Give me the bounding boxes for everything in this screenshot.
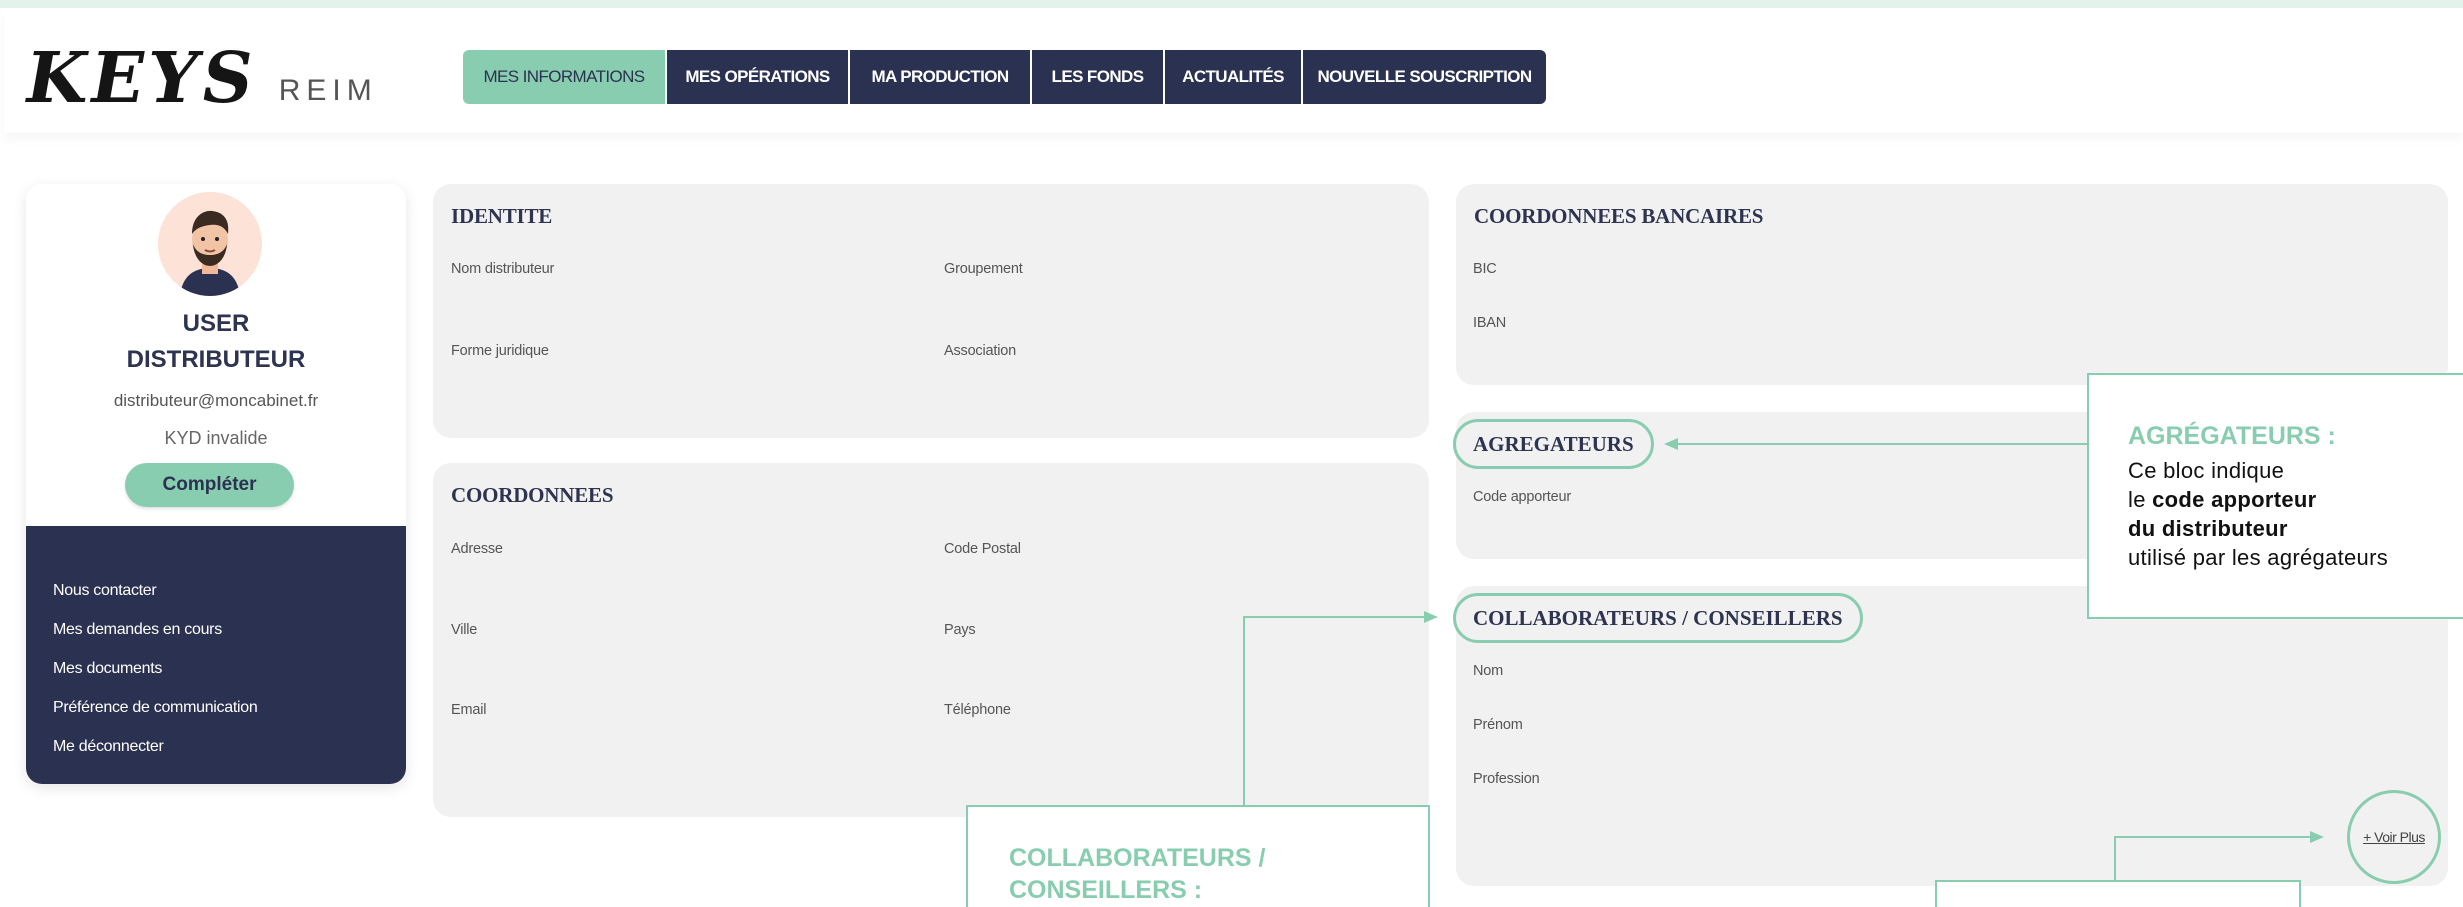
collaborateurs-callout: COLLABORATEURS / CONSEILLERS :	[966, 805, 1430, 907]
agregateurs-callout: AGRÉGATEURS : Ce bloc indique le code ap…	[2087, 373, 2463, 619]
collaborateurs-arrowhead	[1424, 611, 1438, 623]
callout-line2: le code apporteur	[2128, 485, 2463, 514]
callout-line4: utilisé par les agrégateurs	[2128, 545, 2389, 570]
callout-line2-prefix: le	[2128, 487, 2153, 512]
collaborateurs-callout-title-2: CONSEILLERS :	[1009, 876, 1203, 904]
agregateurs-callout-text: Ce bloc indique le code apporteur du dis…	[2128, 456, 2463, 572]
callout-line1: Ce bloc indique	[2128, 458, 2285, 483]
voir-plus-callout	[1935, 880, 2301, 907]
voir-plus-arrowhead	[2310, 831, 2324, 843]
callout-line2-bold: code apporteur	[2152, 487, 2317, 512]
collaborateurs-callout-title-1: COLLABORATEURS /	[1009, 844, 1266, 872]
callout-line3-bold: du distributeur	[2128, 516, 2288, 541]
agregateurs-callout-title: AGRÉGATEURS :	[2128, 422, 2336, 450]
callout-line3: du distributeur	[2128, 514, 2463, 543]
agregateurs-arrowhead	[1664, 438, 1678, 450]
